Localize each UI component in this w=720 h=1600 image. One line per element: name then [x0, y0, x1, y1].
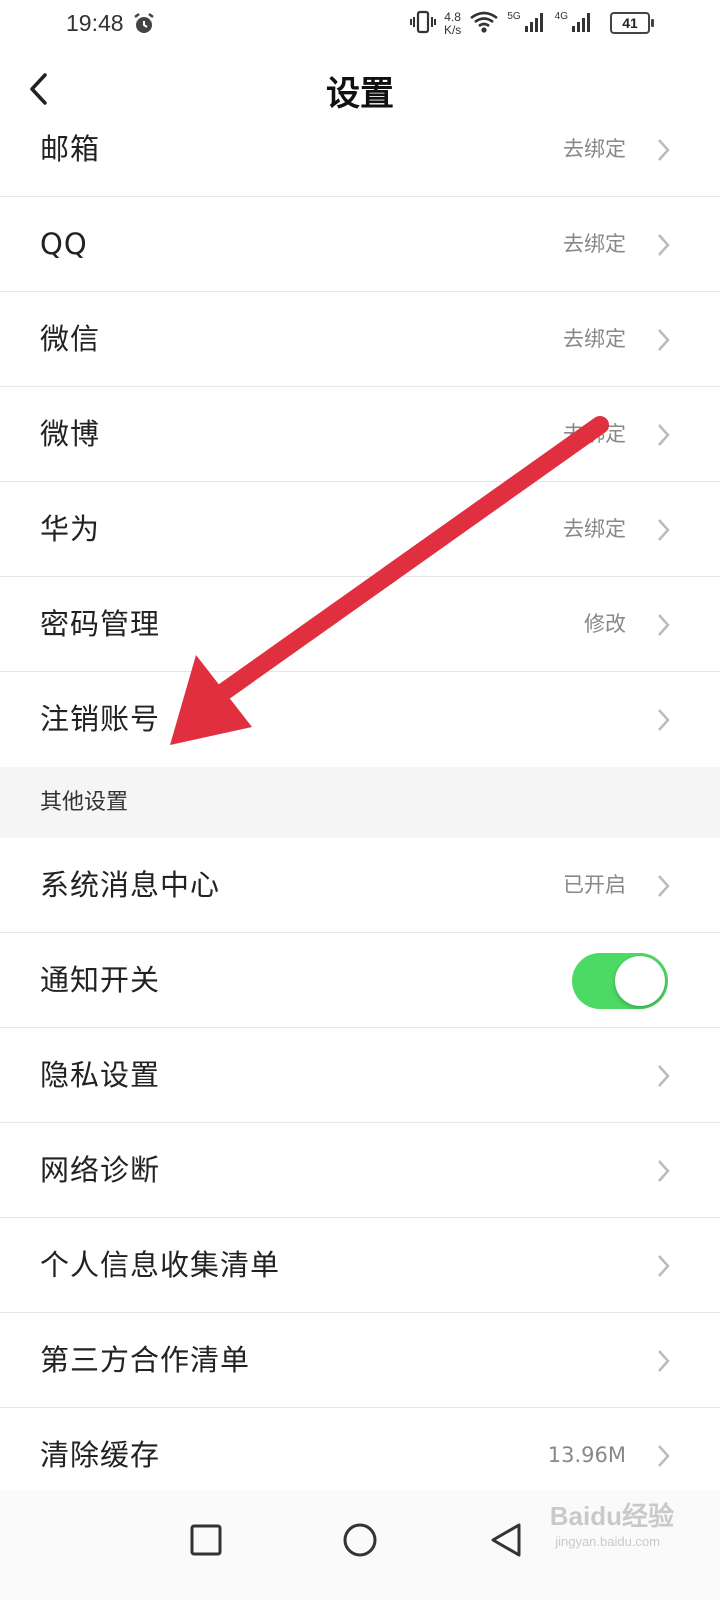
- chevron-right-icon: [658, 234, 670, 256]
- row-delete-account[interactable]: 注销账号: [0, 672, 720, 767]
- alarm-icon: [132, 12, 156, 40]
- status-time: 19:48: [66, 10, 124, 36]
- vibrate-icon: [409, 9, 436, 39]
- signal-icon: [523, 10, 547, 38]
- row-password[interactable]: 密码管理 修改: [0, 577, 720, 672]
- row-third-party-list[interactable]: 第三方合作清单: [0, 1313, 720, 1408]
- chevron-right-icon: [658, 424, 670, 446]
- chevron-right-icon: [658, 1445, 670, 1467]
- signal-icon: [570, 10, 594, 38]
- chevron-right-icon: [658, 139, 670, 161]
- wifi-icon: [469, 10, 499, 38]
- circle-icon: [343, 1523, 377, 1557]
- chevron-right-icon: [658, 1255, 670, 1277]
- row-clear-cache[interactable]: 清除缓存 13.96M: [0, 1408, 720, 1503]
- chevron-right-icon: [658, 1160, 670, 1182]
- row-message-center[interactable]: 系统消息中心 已开启: [0, 838, 720, 933]
- section-title: 其他设置: [40, 790, 129, 815]
- recent-apps-button[interactable]: [176, 1510, 236, 1570]
- row-weibo[interactable]: 微博 去绑定: [0, 387, 720, 482]
- triangle-back-icon: [491, 1523, 521, 1557]
- chevron-right-icon: [658, 709, 670, 731]
- chevron-right-icon: [658, 329, 670, 351]
- toggle-knob: [615, 956, 665, 1006]
- status-bar: 19:48 4.8 K/s 5G 4G 41: [0, 0, 720, 48]
- row-huawei[interactable]: 华为 去绑定: [0, 482, 720, 577]
- watermark-logo: Baidu经验: [549, 1501, 674, 1531]
- chevron-right-icon: [658, 1065, 670, 1087]
- square-icon: [190, 1524, 222, 1556]
- chevron-right-icon: [658, 519, 670, 541]
- row-notification-switch: 通知开关: [0, 933, 720, 1028]
- notification-toggle[interactable]: [572, 953, 668, 1009]
- net-speed: 4.8 K/s: [443, 10, 462, 37]
- row-personal-info-list[interactable]: 个人信息收集清单: [0, 1218, 720, 1313]
- chevron-right-icon: [658, 1350, 670, 1372]
- back-nav-button[interactable]: [476, 1510, 536, 1570]
- chevron-right-icon: [658, 875, 670, 897]
- settings-list: 邮箱 去绑定 QQ 去绑定 微信 去绑定 微博 去绑定 华为 去绑定 密码管理 …: [0, 102, 720, 1503]
- row-qq[interactable]: QQ 去绑定: [0, 197, 720, 292]
- row-network-diagnosis[interactable]: 网络诊断: [0, 1123, 720, 1218]
- watermark-url: jingyan.baidu.com: [555, 1534, 660, 1549]
- chevron-right-icon: [658, 614, 670, 636]
- section-header-other: 其他设置: [0, 767, 720, 838]
- row-email[interactable]: 邮箱 去绑定: [0, 102, 720, 197]
- row-wechat[interactable]: 微信 去绑定: [0, 292, 720, 387]
- row-privacy[interactable]: 隐私设置: [0, 1028, 720, 1123]
- home-button[interactable]: [330, 1510, 390, 1570]
- battery-icon: 41: [610, 12, 654, 34]
